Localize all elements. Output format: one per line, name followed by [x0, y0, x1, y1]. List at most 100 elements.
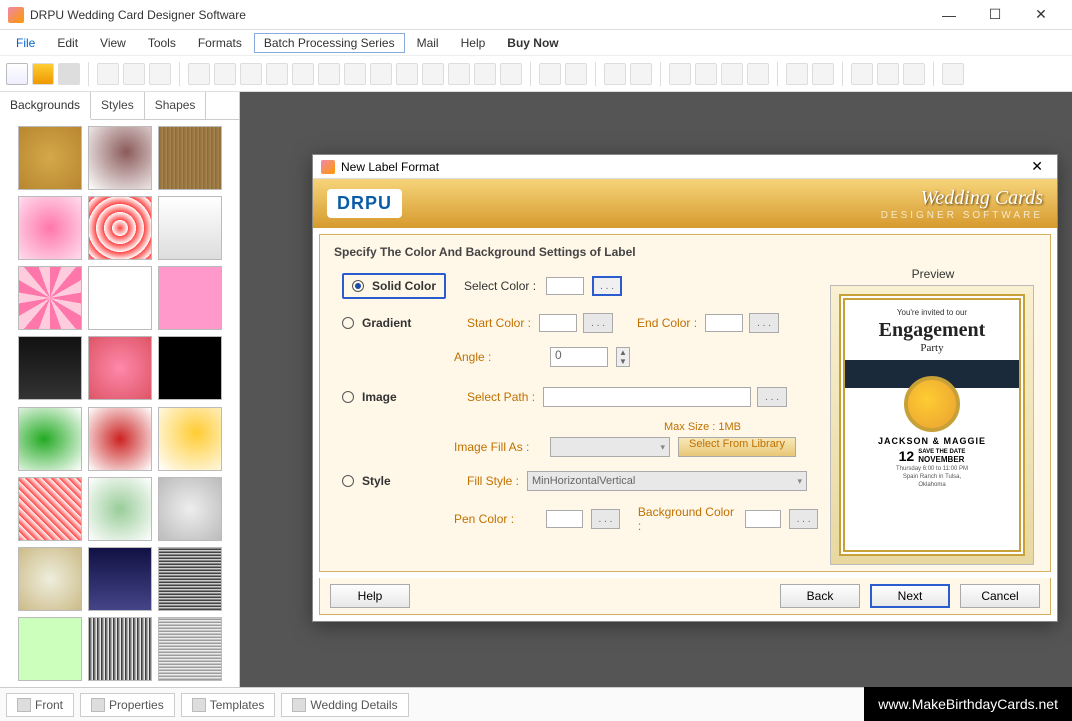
menu-help[interactable]: Help [451, 33, 496, 53]
menu-tools[interactable]: Tools [138, 33, 186, 53]
watermark-icon[interactable] [448, 63, 470, 85]
bg-color-picker-button[interactable]: . . . [789, 509, 818, 529]
fit-icon[interactable] [877, 63, 899, 85]
bg-thumb[interactable] [88, 617, 152, 681]
maximize-button[interactable]: ☐ [972, 0, 1018, 30]
copy-icon[interactable] [240, 63, 262, 85]
minimize-button[interactable]: — [926, 0, 972, 30]
menu-mail[interactable]: Mail [407, 33, 449, 53]
menu-edit[interactable]: Edit [47, 33, 88, 53]
bg-thumb[interactable] [158, 477, 222, 541]
help-button[interactable]: Help [330, 584, 410, 608]
bg-thumb[interactable] [88, 477, 152, 541]
pen-icon[interactable] [318, 63, 340, 85]
menu-buy-now[interactable]: Buy Now [497, 33, 568, 53]
actual-icon[interactable] [903, 63, 925, 85]
bg-thumb[interactable] [158, 617, 222, 681]
paste-icon[interactable] [266, 63, 288, 85]
print-icon[interactable] [214, 63, 236, 85]
radio-gradient[interactable] [342, 317, 354, 329]
bg-thumb[interactable] [158, 407, 222, 471]
image-icon[interactable] [344, 63, 366, 85]
bg-thumb[interactable] [18, 547, 82, 611]
bg-thumb[interactable] [18, 336, 82, 400]
database-icon[interactable] [539, 63, 561, 85]
text-icon[interactable] [422, 63, 444, 85]
align-right-icon[interactable] [721, 63, 743, 85]
open-icon[interactable] [32, 63, 54, 85]
export-icon[interactable] [149, 63, 171, 85]
label-start-color: Start Color : [467, 316, 531, 330]
bg-thumb[interactable] [18, 126, 82, 190]
bg-thumb[interactable] [88, 407, 152, 471]
group-icon[interactable] [747, 63, 769, 85]
grid-icon[interactable] [851, 63, 873, 85]
bg-thumb[interactable] [18, 407, 82, 471]
tab-properties[interactable]: Properties [80, 693, 175, 717]
bg-thumb[interactable] [88, 547, 152, 611]
bg-thumb[interactable] [18, 266, 82, 330]
zoom-icon[interactable] [942, 63, 964, 85]
bg-thumb[interactable] [18, 477, 82, 541]
print-setup-icon[interactable] [188, 63, 210, 85]
next-button[interactable]: Next [870, 584, 950, 608]
path-input[interactable] [543, 387, 751, 407]
tab-styles[interactable]: Styles [91, 92, 145, 119]
cut-icon[interactable] [292, 63, 314, 85]
cancel-button[interactable]: Cancel [960, 584, 1040, 608]
pen-color-swatch [546, 510, 583, 528]
menu-formats[interactable]: Formats [188, 33, 252, 53]
bg-thumb[interactable] [18, 196, 82, 260]
dialog-close-button[interactable]: ✕ [1025, 158, 1049, 175]
align-center-icon[interactable] [695, 63, 717, 85]
mail-icon[interactable] [500, 63, 522, 85]
barcode-icon[interactable] [396, 63, 418, 85]
browse-path-button[interactable]: . . . [757, 387, 787, 407]
image-fill-select[interactable]: ▾ [550, 437, 670, 457]
tab-front[interactable]: Front [6, 693, 74, 717]
pen-color-picker-button[interactable]: . . . [591, 509, 620, 529]
bg-thumb[interactable] [88, 126, 152, 190]
tab-backgrounds[interactable]: Backgrounds [0, 92, 91, 120]
bg-thumb[interactable] [158, 126, 222, 190]
bg-thumb[interactable] [18, 617, 82, 681]
close-doc-icon[interactable] [58, 63, 80, 85]
data-icon[interactable] [565, 63, 587, 85]
radio-solid-color[interactable] [352, 280, 364, 292]
tab-shapes[interactable]: Shapes [145, 92, 207, 119]
fill-style-select[interactable]: MinHorizontalVertical▾ [527, 471, 807, 491]
redo-icon[interactable] [630, 63, 652, 85]
menu-batch-processing[interactable]: Batch Processing Series [254, 33, 405, 53]
close-button[interactable]: ✕ [1018, 0, 1064, 30]
start-color-picker-button[interactable]: . . . [583, 313, 613, 333]
tab-templates[interactable]: Templates [181, 693, 276, 717]
shape-icon[interactable] [370, 63, 392, 85]
menu-file[interactable]: File [6, 33, 45, 53]
send-back-icon[interactable] [812, 63, 834, 85]
bg-thumb[interactable] [158, 196, 222, 260]
back-button[interactable]: Back [780, 584, 860, 608]
new-icon[interactable] [6, 63, 28, 85]
angle-input[interactable]: 0 [550, 347, 608, 367]
bring-front-icon[interactable] [786, 63, 808, 85]
signature-icon[interactable] [474, 63, 496, 85]
select-from-library-button[interactable]: Select From Library [678, 437, 796, 457]
menu-view[interactable]: View [90, 33, 136, 53]
radio-image[interactable] [342, 391, 354, 403]
bg-thumb[interactable] [158, 266, 222, 330]
solid-color-picker-button[interactable]: . . . [592, 276, 622, 296]
angle-spinner[interactable]: ▲▼ [616, 347, 630, 367]
bg-thumb[interactable] [158, 336, 222, 400]
label-image: Image [362, 390, 447, 404]
save-as-icon[interactable] [123, 63, 145, 85]
tab-wedding-details[interactable]: Wedding Details [281, 693, 408, 717]
bg-thumb[interactable] [88, 336, 152, 400]
undo-icon[interactable] [604, 63, 626, 85]
save-icon[interactable] [97, 63, 119, 85]
bg-thumb[interactable] [158, 547, 222, 611]
end-color-picker-button[interactable]: . . . [749, 313, 779, 333]
radio-style[interactable] [342, 475, 354, 487]
align-left-icon[interactable] [669, 63, 691, 85]
bg-thumb[interactable] [88, 266, 152, 330]
bg-thumb[interactable] [88, 196, 152, 260]
